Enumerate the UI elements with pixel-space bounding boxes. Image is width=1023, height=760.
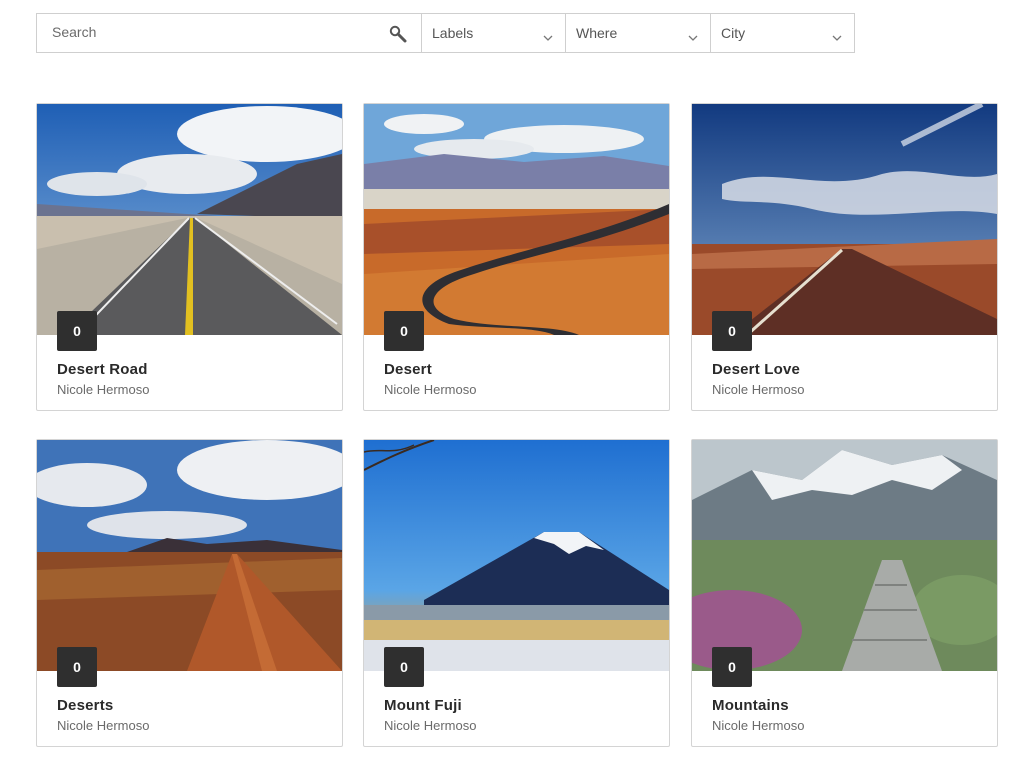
count-badge: 0 — [57, 311, 97, 351]
winding-desert-road-photo — [364, 104, 669, 335]
mount-fuji-photo — [364, 440, 669, 671]
chevron-down-icon — [832, 29, 842, 41]
card-title: Deserts — [57, 697, 114, 714]
filter-bar: Labels Where City — [36, 13, 855, 53]
labels-dropdown[interactable]: Labels — [422, 14, 566, 52]
search-input[interactable] — [37, 14, 382, 50]
card-author: Nicole Hermoso — [57, 382, 150, 397]
card-mount-fuji[interactable]: 0 Mount Fuji Nicole Hermoso — [363, 439, 670, 747]
red-desert-road-photo — [692, 104, 997, 335]
where-dropdown-label: Where — [576, 25, 618, 41]
card-desert[interactable]: 0 Desert Nicole Hermoso — [363, 103, 670, 411]
card-desert-love[interactable]: 0 Desert Love Nicole Hermoso — [691, 103, 998, 411]
card-title: Desert Love — [712, 361, 801, 378]
dirt-road-desert-photo — [37, 440, 342, 671]
count-badge: 0 — [384, 311, 424, 351]
card-author: Nicole Hermoso — [712, 382, 805, 397]
count-badge: 0 — [384, 647, 424, 687]
card-author: Nicole Hermoso — [384, 382, 477, 397]
card-title: Desert — [384, 361, 432, 378]
card-author: Nicole Hermoso — [712, 718, 805, 733]
count-badge: 0 — [712, 311, 752, 351]
card-deserts[interactable]: 0 Deserts Nicole Hermoso — [36, 439, 343, 747]
city-dropdown-label: City — [721, 25, 746, 41]
city-dropdown[interactable]: City — [711, 14, 854, 52]
card-title: Mountains — [712, 697, 789, 714]
card-title: Mount Fuji — [384, 697, 462, 714]
count-badge: 0 — [57, 647, 97, 687]
chevron-down-icon — [543, 29, 553, 41]
chevron-down-icon — [688, 29, 698, 41]
count-badge: 0 — [712, 647, 752, 687]
card-author: Nicole Hermoso — [384, 718, 477, 733]
card-title: Desert Road — [57, 361, 148, 378]
labels-dropdown-label: Labels — [432, 25, 474, 41]
card-desert-road[interactable]: 0 Desert Road Nicole Hermoso — [36, 103, 343, 411]
desert-road-photo — [37, 104, 342, 335]
search-icon[interactable] — [389, 25, 407, 43]
where-dropdown[interactable]: Where — [566, 14, 711, 52]
mountain-stone-path-photo — [692, 440, 997, 671]
card-mountains[interactable]: 0 Mountains Nicole Hermoso — [691, 439, 998, 747]
search-box — [37, 14, 422, 52]
card-author: Nicole Hermoso — [57, 718, 150, 733]
